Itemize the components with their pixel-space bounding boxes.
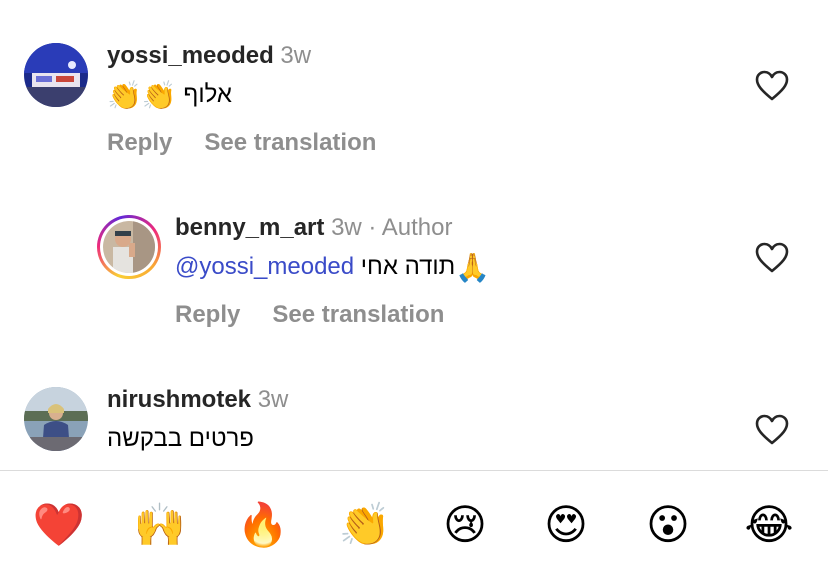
divider — [0, 470, 828, 471]
reaction-heart-eyes-emoji[interactable]: 😍 — [539, 498, 593, 552]
comment-text: פרטים בבקשה — [107, 424, 254, 454]
timestamp: 3w — [331, 214, 362, 241]
see-translation-button[interactable]: See translation — [204, 129, 376, 156]
comment-body: פרטים בבקשה — [107, 425, 254, 452]
heart-outline-icon[interactable] — [755, 70, 789, 102]
heart-outline-icon[interactable] — [755, 414, 789, 446]
comment-actions: Reply See translation — [107, 129, 376, 157]
reply-button[interactable]: Reply — [175, 301, 240, 328]
timestamp: 3w — [280, 42, 312, 69]
reaction-raising-hands-emoji[interactable]: 🙌 — [133, 498, 187, 552]
separator: · — [368, 214, 377, 241]
comment-meta: benny_m_art 3w · Author — [175, 214, 452, 242]
username[interactable]: benny_m_art — [175, 214, 324, 241]
reply-button[interactable]: Reply — [107, 129, 172, 156]
pray-emoji: 🙏 — [455, 252, 491, 283]
username[interactable]: nirushmotek — [107, 386, 251, 413]
comment-meta: nirushmotek 3w — [107, 386, 288, 414]
clap-emoji: 👏👏 — [107, 80, 177, 111]
timestamp: 3w — [257, 386, 289, 413]
comment-text: 👏👏 אלוף — [107, 80, 232, 111]
heart-outline-icon[interactable] — [755, 242, 789, 274]
comment-text: @yossi_meoded תודה אחי🙏 — [175, 252, 490, 283]
reaction-surprised-emoji[interactable]: 😮 — [641, 498, 695, 552]
comments-screen: yossi_meoded 3w 👏👏 אלוף Reply See transla… — [0, 0, 828, 570]
reaction-crying-emoji[interactable]: 😢 — [438, 498, 492, 552]
comment-actions: Reply See translation — [175, 301, 444, 329]
comment-body: תודה אחי — [360, 253, 456, 280]
quick-reactions-bar: ❤️ 🙌 🔥 👏 😢 😍 😮 😂 — [0, 498, 828, 554]
comment-meta: yossi_meoded 3w — [107, 42, 311, 70]
comment-body: אלוף — [183, 81, 232, 108]
mention-link[interactable]: @yossi_meoded — [175, 253, 354, 280]
author-badge: Author — [381, 214, 453, 241]
reaction-clap-emoji[interactable]: 👏 — [338, 498, 392, 552]
username[interactable]: yossi_meoded — [107, 42, 274, 69]
reaction-heart-emoji[interactable]: ❤️ — [32, 498, 86, 552]
see-translation-button[interactable]: See translation — [272, 301, 444, 328]
reaction-laughing-emoji[interactable]: 😂 — [742, 498, 796, 552]
avatar[interactable] — [97, 215, 161, 279]
reaction-fire-emoji[interactable]: 🔥 — [236, 498, 290, 552]
avatar[interactable] — [24, 43, 88, 107]
avatar[interactable] — [24, 387, 88, 451]
